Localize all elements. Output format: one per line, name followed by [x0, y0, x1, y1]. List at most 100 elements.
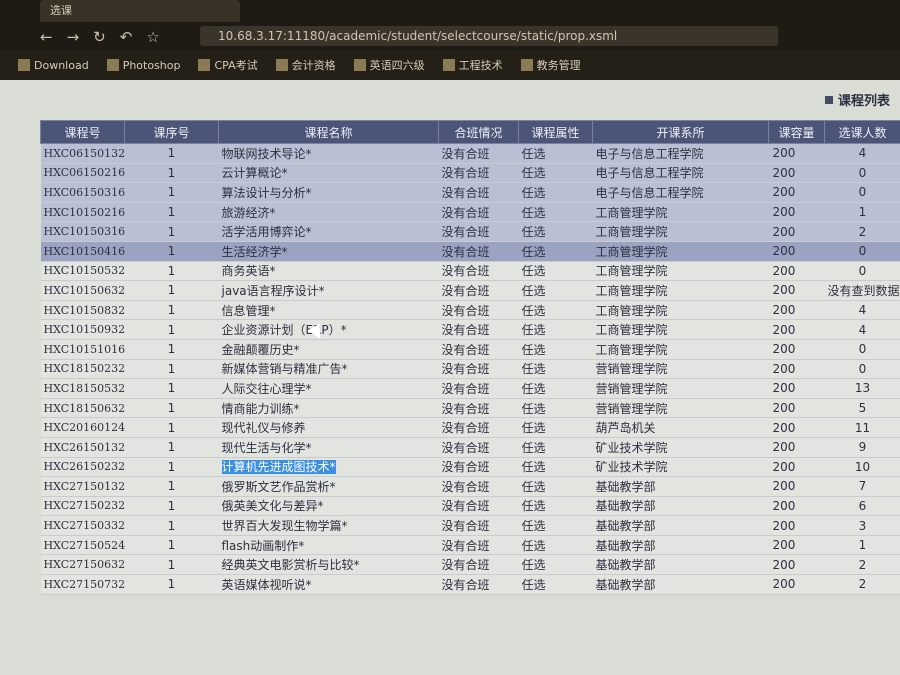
table-cell-merge: 没有合班: [438, 163, 519, 184]
column-header[interactable]: 课程号: [40, 120, 125, 144]
address-bar[interactable]: 10.68.3.17:11180/academic/student/select…: [200, 26, 778, 46]
table-row[interactable]: HXC06150132 1 物联网技术导论* 没有合班 任选 电子与信息工程学院 200 4: [40, 143, 900, 164]
table-row[interactable]: HXC06150216 1 云计算概论* 没有合班 任选 电子与信息工程学院 200 0: [40, 163, 900, 184]
table-cell-name[interactable]: java语言程序设计*: [218, 280, 439, 301]
table-row[interactable]: HXC26150132 1 现代生活与化学* 没有合班 任选 矿业技术学院 200 9: [40, 437, 900, 458]
table-row[interactable]: HXC20160124 1 现代礼仪与修养 没有合班 任选 葫芦岛机关 200 11: [40, 417, 900, 438]
table-row[interactable]: HXC10150532 1 商务英语* 没有合班 任选 工商管理学院 200 0: [40, 261, 900, 282]
table-cell-name[interactable]: 世界百大发现生物学篇*: [218, 515, 439, 536]
bookmark-item[interactable]: CPA考试: [198, 57, 258, 73]
table-cell-dept: 基础教学部: [592, 515, 769, 536]
table-cell-code: HXC10150832: [40, 300, 125, 321]
table-cell-name[interactable]: 旅游经济*: [218, 202, 439, 223]
table-row[interactable]: HXC26150232 1 计算机先进成图技术* 没有合班 任选 矿业技术学院 200 10: [40, 457, 900, 478]
table-cell-count: 4: [824, 143, 900, 164]
table-row[interactable]: HXC10150416 1 生活经济学* 没有合班 任选 工商管理学院 200 0: [40, 241, 900, 262]
table-cell-name[interactable]: 俄英美文化与差异*: [218, 496, 439, 517]
table-cell-seq: 1: [124, 515, 219, 536]
table-row[interactable]: HXC27150632 1 经典英文电影赏析与比较* 没有合班 任选 基础教学部 200 2: [40, 554, 900, 576]
table-row[interactable]: HXC18150532 1 人际交往心理学* 没有合班 任选 营销管理学院 200 13: [40, 378, 900, 399]
table-cell-code: HXC27150232: [40, 496, 125, 517]
table-cell-name[interactable]: 信息管理*: [218, 300, 439, 321]
bookmark-item[interactable]: 英语四六级: [353, 57, 425, 73]
table-cell-name[interactable]: 生活经济学*: [218, 241, 439, 262]
table-cell-name[interactable]: 英语媒体视听说*: [218, 574, 439, 595]
column-header[interactable]: 课程属性: [518, 120, 593, 144]
browser-tab[interactable]: 选课: [40, 0, 240, 22]
table-cell-code: HXC10151016: [40, 339, 125, 360]
undo-icon[interactable]: ↶: [120, 26, 133, 48]
table-cell-name[interactable]: 企业资源计划（ERP）*: [218, 319, 439, 340]
table-row[interactable]: HXC27150132 1 俄罗斯文艺作品赏析* 没有合班 任选 基础教学部 200 7: [40, 476, 900, 497]
table-cell-name[interactable]: 现代礼仪与修养: [218, 417, 439, 438]
table-cell-attr: 任选: [518, 339, 593, 360]
table-cell-name[interactable]: 计算机先进成图技术*: [218, 457, 439, 478]
table-cell-name[interactable]: 俄罗斯文艺作品赏析*: [218, 476, 439, 497]
table-cell-name[interactable]: 商务英语*: [218, 261, 439, 282]
table-row[interactable]: HXC10150932 1 企业资源计划（ERP）* 没有合班 任选 工商管理学院 200 4: [40, 319, 900, 340]
table-cell-count: 10: [824, 457, 900, 478]
table-cell-dept: 基础教学部: [592, 554, 769, 576]
table-cell-name[interactable]: 新媒体营销与精准广告*: [218, 359, 439, 380]
table-row[interactable]: HXC18150632 1 情商能力训练* 没有合班 任选 营销管理学院 200 5: [40, 398, 900, 419]
table-row[interactable]: HXC10150832 1 信息管理* 没有合班 任选 工商管理学院 200 4: [40, 300, 900, 321]
table-cell-name[interactable]: flash动画制作*: [218, 535, 439, 556]
table-row[interactable]: HXC27150232 1 俄英美文化与差异* 没有合班 任选 基础教学部 200 6: [40, 496, 900, 517]
table-cell-count: 4: [824, 300, 900, 321]
column-header[interactable]: 选课人数: [824, 120, 900, 144]
bookmark-item[interactable]: 工程技术: [442, 57, 503, 73]
table-cell-merge: 没有合班: [438, 221, 519, 242]
table-cell-code: HXC20160124: [40, 417, 125, 438]
table-cell-merge: 没有合班: [438, 241, 519, 262]
table-cell-count: 2: [824, 574, 900, 595]
table-cell-name[interactable]: 情商能力训练*: [218, 398, 439, 419]
bookmark-item[interactable]: 会计资格: [275, 57, 336, 73]
table-cell-dept: 矿业技术学院: [592, 437, 769, 458]
table-cell-name[interactable]: 算法设计与分析*: [218, 182, 439, 203]
star-icon[interactable]: ☆: [146, 26, 159, 48]
table-cell-dept: 基础教学部: [592, 476, 769, 497]
reload-icon[interactable]: ↻: [93, 26, 106, 48]
column-header[interactable]: 开课系所: [592, 120, 769, 144]
table-cell-cap: 200: [768, 476, 825, 497]
column-header[interactable]: 合班情况: [438, 120, 519, 144]
table-row[interactable]: HXC27150524 1 flash动画制作* 没有合班 任选 基础教学部 200 1: [40, 535, 900, 556]
table-cell-name[interactable]: 云计算概论*: [218, 163, 439, 184]
table-cell-name[interactable]: 经典英文电影赏析与比较*: [218, 554, 439, 576]
bookmark-item[interactable]: Download: [18, 59, 89, 72]
column-header[interactable]: 课容量: [768, 120, 825, 144]
table-cell-code: HXC27150132: [40, 476, 125, 497]
table-row[interactable]: HXC10151016 1 金融颠覆历史* 没有合班 任选 工商管理学院 200 0: [40, 339, 900, 360]
table-row[interactable]: HXC10150316 1 活学活用博弈论* 没有合班 任选 工商管理学院 200 2: [40, 221, 900, 242]
bookmark-item[interactable]: Photoshop: [106, 59, 180, 72]
bookmark-item[interactable]: 教务管理: [520, 57, 581, 73]
table-row[interactable]: HXC18150232 1 新媒体营销与精准广告* 没有合班 任选 营销管理学院 200 0: [40, 359, 900, 380]
column-header[interactable]: 课程名称: [218, 120, 439, 144]
table-header: 课程号 课序号 课程名称 合班情况 课程属性 开课系所 课容量 选课人数: [40, 120, 900, 144]
table-row[interactable]: HXC27150732 1 英语媒体视听说* 没有合班 任选 基础教学部 200 2: [40, 574, 900, 595]
table-cell-name[interactable]: 金融颠覆历史*: [218, 339, 439, 360]
table-row[interactable]: HXC27150332 1 世界百大发现生物学篇* 没有合班 任选 基础教学部 200 3: [40, 515, 900, 536]
table-cell-count: 13: [824, 378, 900, 399]
table-cell-name[interactable]: 人际交往心理学*: [218, 378, 439, 399]
forward-icon[interactable]: →: [67, 26, 80, 48]
table-row[interactable]: HXC10150216 1 旅游经济* 没有合班 任选 工商管理学院 200 1: [40, 202, 900, 223]
table-cell-count: 6: [824, 496, 900, 517]
table-cell-code: HXC26150232: [40, 457, 125, 478]
back-icon[interactable]: ←: [40, 26, 53, 48]
column-header[interactable]: 课序号: [124, 120, 219, 144]
table-cell-count: 没有查到数据: [824, 280, 900, 301]
table-cell-name[interactable]: 物联网技术导论*: [218, 143, 439, 164]
table-cell-attr: 任选: [518, 398, 593, 419]
table-cell-seq: 1: [124, 457, 219, 478]
table-cell-name[interactable]: 活学活用博弈论*: [218, 221, 439, 242]
table-cell-seq: 1: [124, 535, 219, 556]
table-cell-cap: 200: [768, 457, 825, 478]
table-row[interactable]: HXC10150632 1 java语言程序设计* 没有合班 任选 工商管理学院 200 没有…: [40, 280, 900, 301]
table-row[interactable]: HXC06150316 1 算法设计与分析* 没有合班 任选 电子与信息工程学院 200 0: [40, 182, 900, 203]
table-cell-attr: 任选: [518, 280, 593, 301]
table-cell-count: 3: [824, 515, 900, 536]
table-cell-attr: 任选: [518, 496, 593, 517]
table-cell-cap: 200: [768, 300, 825, 321]
table-cell-name[interactable]: 现代生活与化学*: [218, 437, 439, 458]
